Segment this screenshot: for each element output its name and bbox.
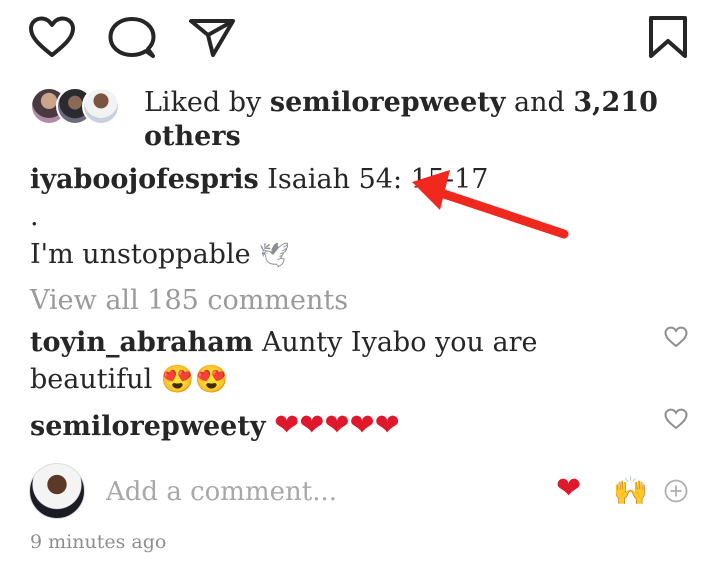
comment-text: Aunty Iyabo you are — [261, 327, 538, 358]
save-button[interactable] — [648, 15, 688, 59]
add-comment-input[interactable] — [104, 472, 538, 512]
caption-dot: . — [30, 201, 39, 232]
comment-like-button[interactable] — [664, 408, 688, 430]
speech-bubble-icon — [108, 17, 156, 58]
comment-username-link[interactable]: semilorepweety — [30, 411, 266, 442]
comment-text2: beautiful — [30, 364, 153, 395]
share-button[interactable] — [188, 18, 236, 58]
current-user-avatar — [29, 463, 85, 519]
caption-line2: I'm unstoppable 🕊 — [30, 238, 290, 272]
likes-count[interactable]: 3,210 — [573, 87, 658, 118]
like-button[interactable] — [28, 16, 76, 58]
view-all-comments-link[interactable]: View all 185 comments — [30, 284, 348, 318]
dove-emoji: 🕊 — [259, 241, 290, 269]
liked-by-user-link[interactable]: semilorepweety — [270, 87, 506, 118]
caption-line2-text: I'm unstoppable — [30, 239, 251, 270]
quick-heart-button[interactable]: ❤ — [556, 472, 581, 506]
post-timestamp: 9 minutes ago — [30, 531, 167, 553]
comment-row: toyin_abraham Aunty Iyabo you are — [30, 326, 538, 360]
heart-eyes-emoji: 😍😍 — [160, 364, 229, 395]
comment-text-line2: beautiful 😍😍 — [30, 363, 228, 397]
likes-middle: and — [505, 87, 574, 118]
comment-button[interactable] — [108, 16, 156, 60]
comment-row: semilorepweety ❤❤❤❤❤ — [30, 409, 400, 444]
comment-like-button[interactable] — [664, 326, 688, 348]
heart-outline-icon — [29, 16, 75, 57]
liker-avatars[interactable] — [30, 87, 130, 127]
red-arrow-annotation — [412, 170, 569, 239]
caption-username-link[interactable]: iyaboojofespris — [30, 164, 259, 195]
likes-others-link[interactable]: others — [144, 120, 241, 154]
bookmark-icon — [649, 16, 687, 58]
heart-outline-icon — [664, 408, 688, 430]
red-hearts-emoji: ❤❤❤❤❤ — [274, 408, 400, 443]
likes-prefix: Liked by — [144, 87, 270, 118]
quick-raised-hands-button[interactable]: 🙌 — [613, 475, 648, 507]
liker-avatar — [82, 87, 120, 125]
add-emoji-button[interactable] — [664, 479, 688, 503]
paper-plane-icon — [189, 19, 235, 57]
comment-username-link[interactable]: toyin_abraham — [30, 327, 253, 358]
likes-summary: Liked by semilorepweety and 3,210 — [144, 86, 658, 120]
plus-circle-icon — [664, 479, 688, 503]
heart-outline-icon — [664, 326, 688, 348]
